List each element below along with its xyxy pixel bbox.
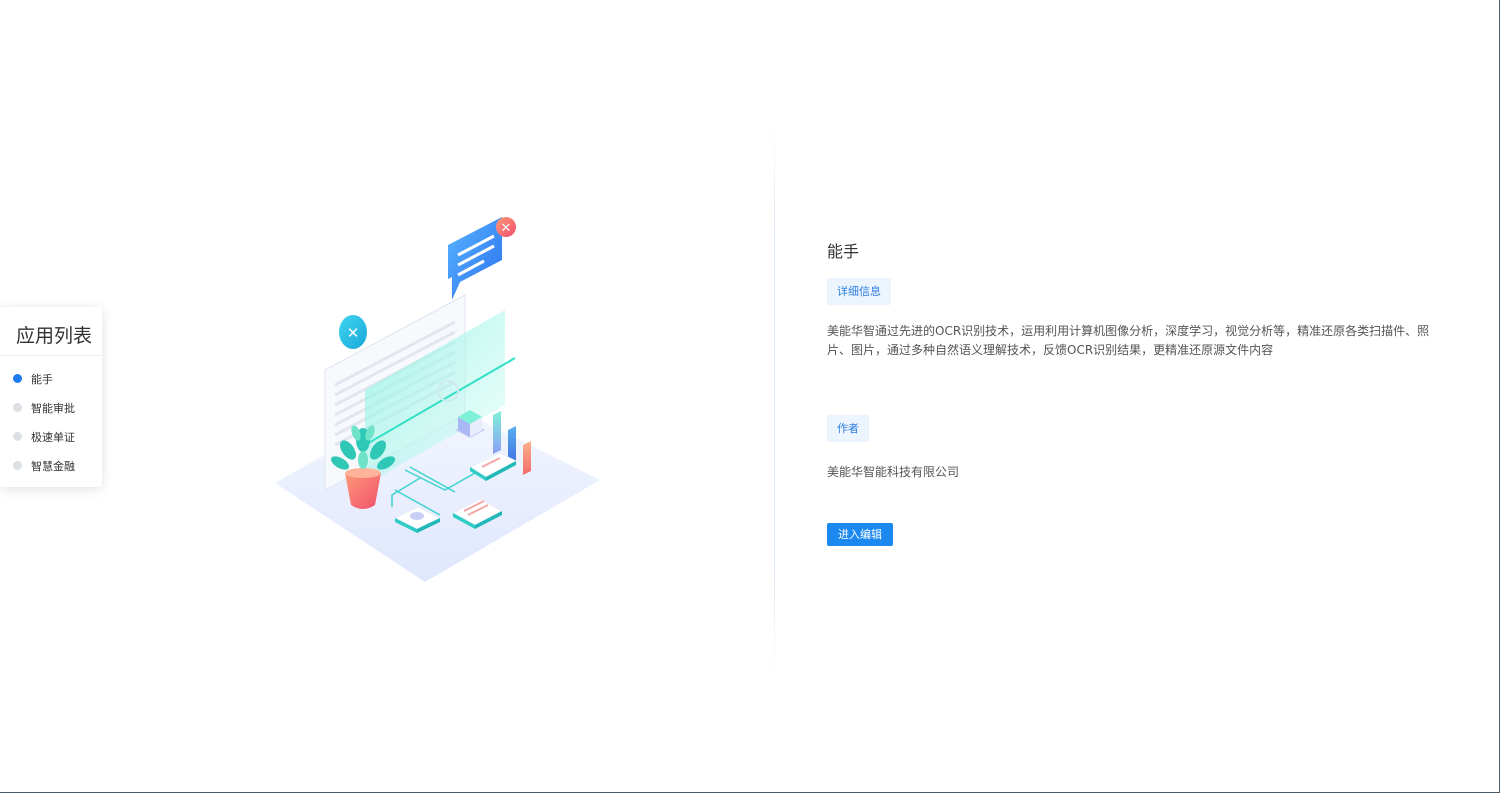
app-item-label: 智能审批 <box>31 401 75 415</box>
detail-info-tag: 详细信息 <box>827 278 891 305</box>
app-item-smart-approval[interactable]: 智能审批 <box>0 393 102 422</box>
svg-text:✕: ✕ <box>501 221 512 236</box>
app-item-label: 智慧金融 <box>31 459 75 473</box>
dot-icon <box>13 432 22 441</box>
app-list-items: 能手 智能审批 极速单证 智慧金融 <box>0 356 102 480</box>
app-title: 能手 <box>827 242 860 261</box>
vertical-divider <box>774 120 775 680</box>
dot-icon <box>13 461 22 470</box>
page: 应用列表 能手 智能审批 极速单证 智慧金融 ✕ ✕ 能手 详细信息 美能华智通… <box>0 0 1500 793</box>
app-item-label: 能手 <box>31 372 53 386</box>
app-item-nengshou[interactable]: 能手 <box>0 364 102 393</box>
app-item-label: 极速单证 <box>31 430 75 444</box>
author-name: 美能华智能科技有限公司 <box>827 465 960 479</box>
app-item-fast-document[interactable]: 极速单证 <box>0 422 102 451</box>
app-detail-panel: 能手 详细信息 美能华智通过先进的OCR识别技术，运用利用计算机图像分析，深度学… <box>827 240 1447 546</box>
dot-icon <box>13 403 22 412</box>
app-list-panel: 应用列表 能手 智能审批 极速单证 智慧金融 <box>0 307 102 487</box>
active-dot-icon <box>13 374 22 383</box>
app-list-title: 应用列表 <box>0 307 102 356</box>
app-item-smart-finance[interactable]: 智慧金融 <box>0 451 102 480</box>
app-description: 美能华智通过先进的OCR识别技术，运用利用计算机图像分析，深度学习，视觉分析等，… <box>827 324 1430 357</box>
author-tag: 作者 <box>827 415 869 442</box>
svg-text:✕: ✕ <box>347 324 360 342</box>
ocr-illustration: ✕ ✕ <box>275 217 600 582</box>
enter-edit-button[interactable]: 进入编辑 <box>827 523 893 546</box>
